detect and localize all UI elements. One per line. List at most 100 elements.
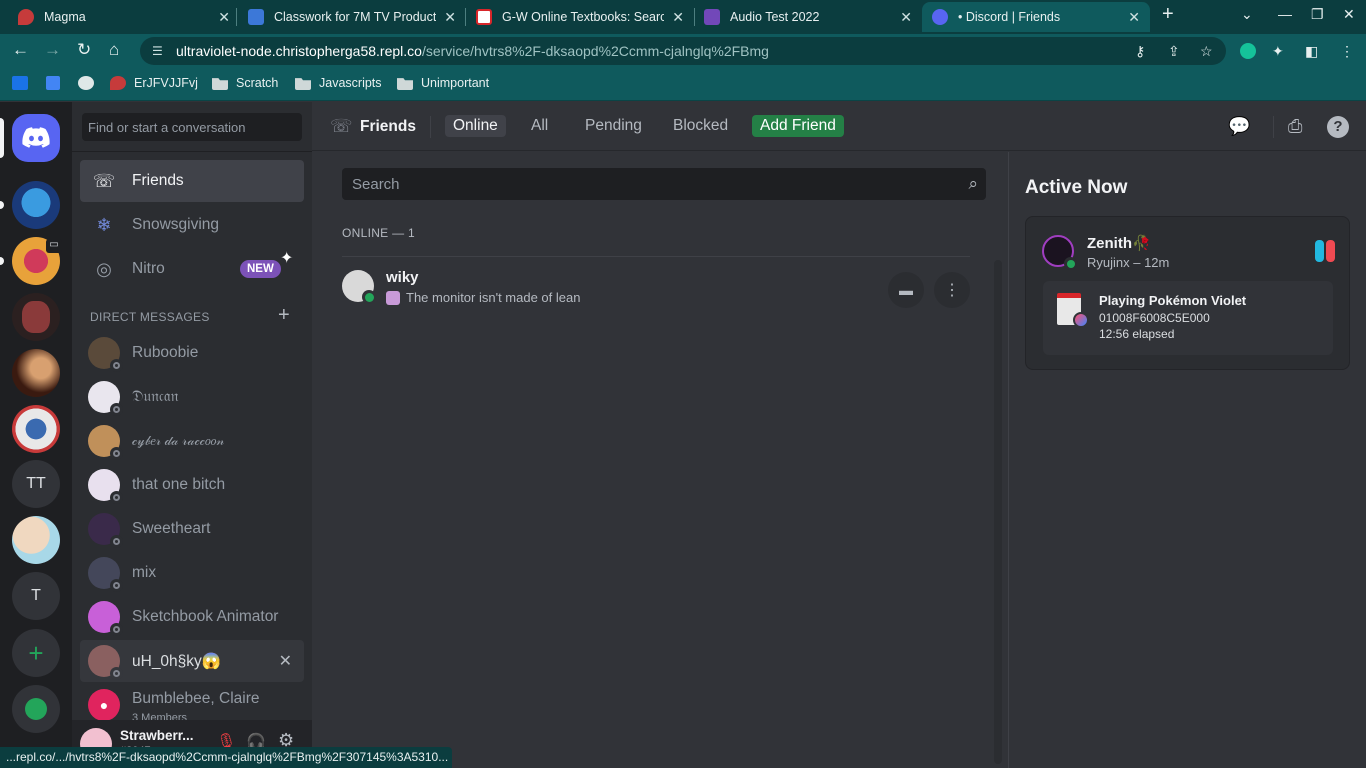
dm-item[interactable]: uH_0h§ky😱 ✕ (80, 640, 304, 682)
browser-tab-audio-test[interactable]: Audio Test 2022 ✕ (694, 2, 922, 32)
bookmark-folder-scratch[interactable]: Scratch (212, 76, 278, 90)
friends-header: ☏ Friends Online All Pending Blocked Add… (312, 102, 1366, 151)
close-tab-icon[interactable]: ✕ (218, 9, 230, 26)
dm-sidebar: Find or start a conversation ☏ Friends ❄… (72, 102, 312, 768)
server-icon[interactable] (12, 405, 60, 453)
sidebar-item-friends[interactable]: ☏ Friends (80, 160, 304, 202)
tab-title: • Discord | Friends (958, 10, 1061, 24)
add-server-button[interactable]: + (12, 629, 60, 677)
inbox-icon[interactable]: ⎙ (1288, 116, 1302, 137)
magma-favicon-icon (18, 9, 34, 25)
bookmark-item[interactable]: ErJFVJJFvj (110, 76, 198, 90)
server-icon-t[interactable]: T (12, 572, 60, 620)
activity-user-name: Zenith🥀 (1087, 235, 1151, 252)
active-now-title: Active Now (1025, 177, 1128, 198)
offline-status-icon (110, 667, 123, 680)
bookmark-docs-icon[interactable] (46, 76, 68, 90)
tab-pending[interactable]: Pending (577, 115, 650, 137)
help-icon[interactable]: ? (1327, 116, 1349, 138)
friends-search-input[interactable]: Search ⌕ (342, 168, 986, 200)
scrollbar[interactable] (994, 260, 1002, 764)
server-icon[interactable] (12, 293, 60, 341)
key-icon[interactable]: ⚷ (1135, 43, 1145, 60)
dm-name: Ruboobie (132, 344, 199, 361)
nav-label: Friends (132, 172, 184, 189)
new-tab-icon[interactable]: + (1162, 3, 1174, 26)
url-path: /service/hvtrs8%2F-dksaopd%2Ccmm-cjalngl… (421, 43, 769, 59)
close-tab-icon[interactable]: ✕ (672, 9, 684, 26)
server-icon[interactable] (12, 181, 60, 229)
tab-search-chevron-icon[interactable]: ⌄ (1241, 6, 1253, 23)
server-art (22, 301, 50, 333)
restore-icon[interactable]: ❐ (1311, 6, 1324, 23)
close-tab-icon[interactable]: ✕ (900, 9, 912, 26)
app-icon (12, 76, 28, 90)
offline-status-icon (110, 403, 123, 416)
tab-online[interactable]: Online (445, 115, 506, 137)
site-info-icon[interactable]: ☰ (152, 44, 166, 58)
dm-item[interactable]: Ruboobie (80, 332, 304, 374)
bookmark-owl-icon[interactable] (78, 76, 102, 90)
friend-status: The monitor isn't made of lean (386, 290, 580, 305)
dm-item[interactable]: Sketchbook Animator (80, 596, 304, 638)
sidebar-item-snowsgiving[interactable]: ❄ Snowsgiving (80, 204, 304, 246)
close-tab-icon[interactable]: ✕ (444, 9, 456, 26)
find-conversation-button[interactable]: Find or start a conversation (82, 113, 302, 141)
bookmark-folder-javascripts[interactable]: Javascripts (295, 76, 382, 90)
nav-label: Nitro (132, 260, 165, 277)
home-discord-button[interactable] (12, 114, 60, 162)
offline-status-icon (110, 623, 123, 636)
friend-row[interactable]: wiky The monitor isn't made of lean ▬ ⋮ (342, 256, 970, 318)
browser-menu-icon[interactable]: ⋮ (1340, 43, 1354, 60)
share-icon[interactable]: ⇪ (1168, 43, 1180, 60)
extensions-puzzle-icon[interactable]: ✦ (1272, 43, 1284, 60)
explore-servers-button[interactable] (12, 685, 60, 733)
activity-card[interactable]: Zenith🥀 Ryujinx – 12m Playing Pokémon Vi… (1025, 216, 1350, 370)
online-status-icon (1064, 257, 1077, 270)
home-icon[interactable]: ⌂ (109, 40, 119, 60)
forward-icon[interactable]: → (44, 40, 61, 60)
dm-item[interactable]: mix (80, 552, 304, 594)
dm-item[interactable]: 𝒸𝓎𝒷𝑒𝓇 𝒹𝒶 𝓇𝒶𝒸𝒸𝑜𝑜𝓃 (80, 420, 304, 462)
friends-wave-icon: ☏ (330, 116, 353, 136)
back-icon[interactable]: ← (12, 40, 29, 60)
server-icon[interactable] (12, 349, 60, 397)
server-icon-tt[interactable]: TT (12, 460, 60, 508)
avatar (88, 425, 123, 460)
dm-item[interactable]: Sweetheart (80, 508, 304, 550)
tab-all[interactable]: All (523, 115, 556, 137)
avatar (88, 645, 123, 680)
page-title: Friends (360, 118, 416, 135)
online-status-icon (362, 290, 376, 304)
reload-icon[interactable]: ↻ (77, 40, 91, 60)
selected-indicator (0, 118, 4, 158)
close-tab-icon[interactable]: ✕ (1128, 9, 1140, 26)
activity-details[interactable]: Playing Pokémon Violet 01008F6008C5E000 … (1043, 281, 1333, 355)
tab-blocked[interactable]: Blocked (665, 115, 736, 137)
address-bar[interactable]: ☰ ultraviolet-node.christopherga58.repl.… (140, 37, 1226, 65)
server-list: ▭ TT T + (0, 102, 72, 768)
side-panel-icon[interactable]: ◧ (1305, 43, 1318, 60)
bookmark-star-icon[interactable]: ☆ (1200, 43, 1213, 60)
create-dm-icon[interactable]: + (278, 304, 290, 327)
close-dm-icon[interactable]: ✕ (279, 651, 292, 671)
grammarly-extension-icon[interactable] (1240, 43, 1256, 59)
browser-tab-magma[interactable]: Magma ✕ (8, 2, 240, 32)
add-friend-button[interactable]: Add Friend (752, 115, 844, 137)
browser-tab-classwork[interactable]: Classwork for 7M TV Productio ✕ (238, 2, 466, 32)
browser-tab-gw-textbooks[interactable]: G-W Online Textbooks: Search ✕ (466, 2, 694, 32)
browser-tab-discord[interactable]: • Discord | Friends ✕ (922, 2, 1150, 32)
server-icon[interactable] (12, 516, 60, 564)
new-group-dm-icon[interactable]: 💬 (1228, 116, 1250, 137)
bookmark-folder-unimportant[interactable]: Unimportant (397, 76, 489, 90)
minimize-icon[interactable]: — (1278, 6, 1292, 22)
more-button[interactable]: ⋮ (934, 272, 970, 308)
message-button[interactable]: ▬ (888, 272, 924, 308)
sidebar-item-nitro[interactable]: ◎ Nitro NEW ✦ (80, 248, 304, 290)
bookmark-app-icon[interactable] (12, 76, 36, 90)
dm-item[interactable]: that one bitch (80, 464, 304, 506)
window-close-icon[interactable]: ✕ (1343, 6, 1355, 23)
dm-item[interactable]: 𝔇𝔲𝔫𝔠𝔞𝔫 (80, 376, 304, 418)
dm-name: Sketchbook Animator (132, 608, 279, 625)
owl-icon (78, 76, 94, 90)
